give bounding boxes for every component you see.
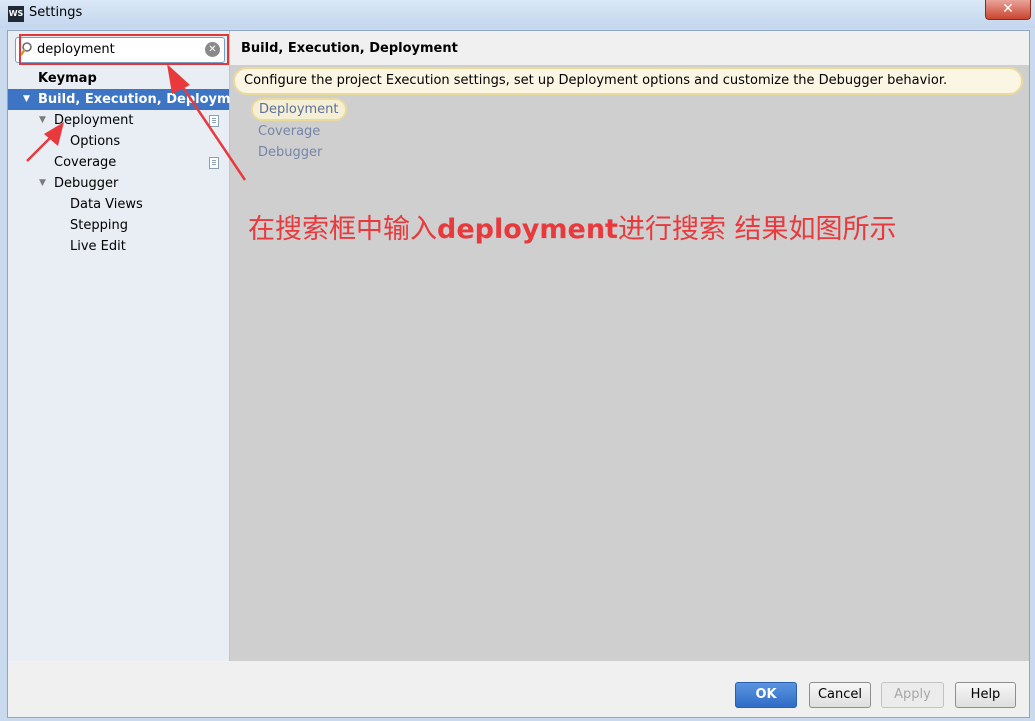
tree-item-data-views[interactable]: Data Views — [8, 194, 229, 215]
search-box[interactable]: ✕ — [15, 37, 225, 63]
tree-item-keymap[interactable]: Keymap — [8, 68, 229, 89]
title-bar: WS Settings ✕ — [0, 0, 1035, 28]
tree-item-build-execution-deployment[interactable]: ▼ Build, Execution, Deployment — [8, 89, 255, 110]
tree-item-label: Build, Execution, Deployment — [38, 92, 255, 107]
tree-item-label: Debugger — [54, 176, 119, 191]
settings-content: Build, Execution, Deployment Configure t… — [230, 31, 1029, 661]
link-deployment[interactable]: Deployment — [251, 98, 347, 121]
button-bar: OK Cancel Apply Help — [8, 662, 1029, 717]
tree-item-label: Keymap — [38, 71, 97, 86]
apply-button[interactable]: Apply — [881, 682, 944, 708]
tree-item-live-edit[interactable]: Live Edit — [8, 236, 229, 257]
annotation-text-after: 进行搜索 结果如图所示 — [617, 214, 897, 245]
close-button[interactable]: ✕ — [985, 0, 1031, 20]
annotation-text-before: 在搜索框中输入 — [248, 214, 437, 245]
annotation-keyword: deployment — [437, 214, 618, 245]
expanded-triangle-icon[interactable]: ▼ — [39, 173, 49, 194]
tree-item-options[interactable]: Options — [8, 131, 229, 152]
tree-item-coverage[interactable]: Coverage — [8, 152, 229, 173]
content-header: Build, Execution, Deployment — [230, 31, 1029, 65]
annotation-text: 在搜索框中输入deployment进行搜索 结果如图所示 — [248, 207, 897, 246]
link-coverage[interactable]: Coverage — [258, 124, 320, 139]
tree-item-stepping[interactable]: Stepping — [8, 215, 229, 236]
expanded-triangle-icon[interactable]: ▼ — [23, 89, 33, 110]
window-title: Settings — [29, 5, 83, 20]
page-title: Build, Execution, Deployment — [241, 41, 458, 56]
tree-item-label: Options — [70, 134, 121, 149]
settings-dialog: ✕ Keymap ▼ Build, Execution, Deployment … — [7, 30, 1030, 718]
help-button[interactable]: Help — [955, 682, 1016, 708]
tree-item-label: Live Edit — [70, 239, 126, 254]
tree-item-label: Coverage — [54, 155, 117, 170]
expanded-triangle-icon[interactable]: ▼ — [39, 110, 49, 131]
page-description: Configure the project Execution settings… — [233, 67, 1023, 95]
tree-item-deployment[interactable]: ▼ Deployment — [8, 110, 229, 131]
tree-item-label: Stepping — [70, 218, 128, 233]
project-settings-icon — [209, 115, 219, 127]
settings-sidebar: ✕ Keymap ▼ Build, Execution, Deployment … — [8, 31, 255, 661]
tree-item-debugger[interactable]: ▼ Debugger — [8, 173, 229, 194]
link-debugger[interactable]: Debugger — [258, 145, 322, 160]
search-icon — [20, 42, 32, 56]
project-settings-icon — [209, 157, 219, 169]
ok-button[interactable]: OK — [735, 682, 797, 708]
tree-item-label: Deployment — [54, 113, 134, 128]
cancel-button[interactable]: Cancel — [809, 682, 871, 708]
tree-item-label: Data Views — [70, 197, 143, 212]
search-input[interactable] — [37, 40, 197, 58]
clear-search-icon[interactable]: ✕ — [205, 42, 220, 57]
webstorm-app-icon: WS — [8, 6, 24, 22]
